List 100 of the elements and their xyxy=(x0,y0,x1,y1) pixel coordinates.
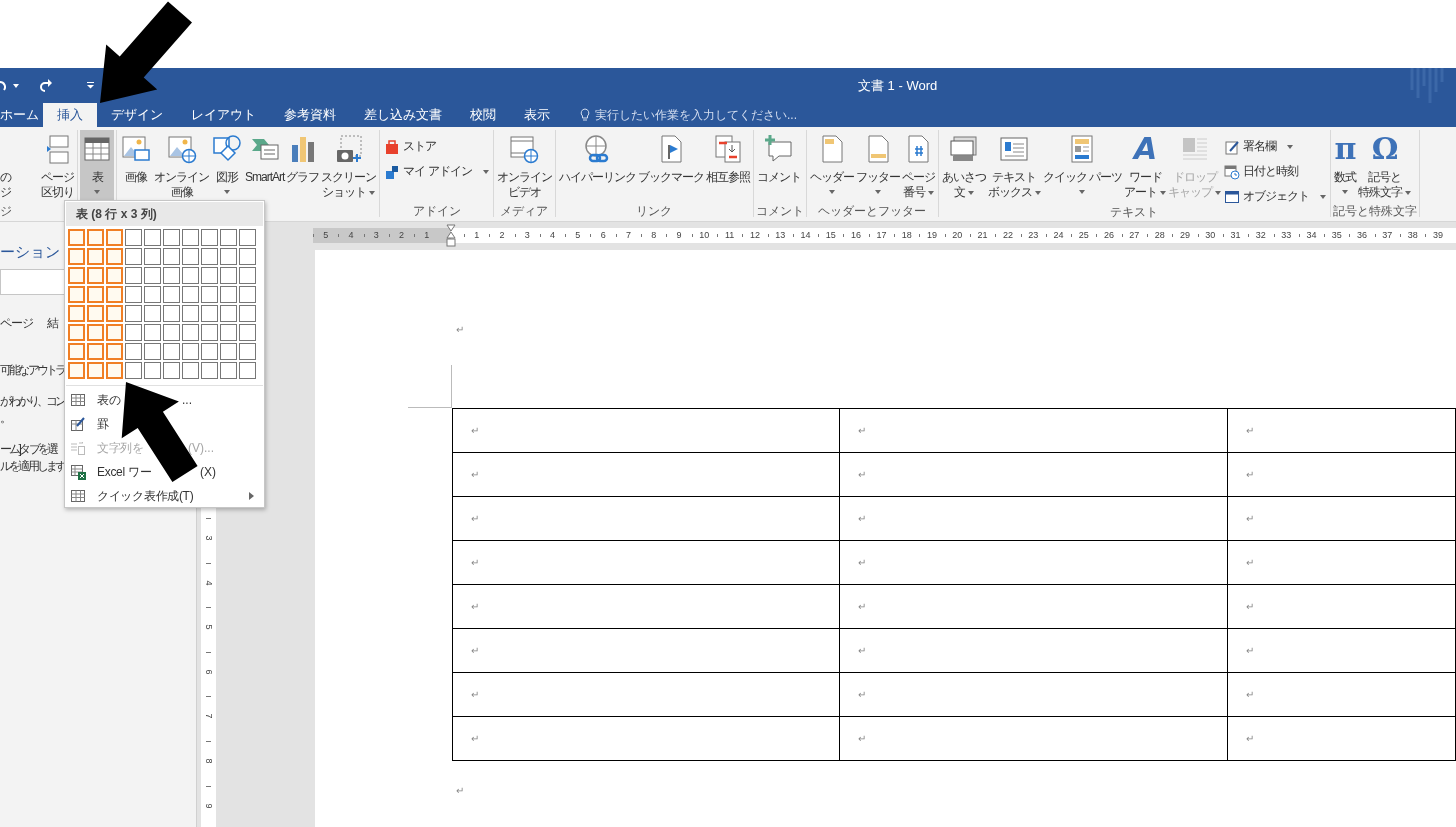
grid-cell[interactable] xyxy=(106,324,123,341)
grid-cell[interactable] xyxy=(182,362,199,379)
grid-cell[interactable] xyxy=(125,286,142,303)
grid-cell[interactable] xyxy=(239,248,256,265)
grid-cell[interactable] xyxy=(220,324,237,341)
ribbon-button[interactable]: 日付と時刻 xyxy=(1222,161,1329,182)
grid-cell[interactable] xyxy=(201,343,218,360)
grid-cell[interactable] xyxy=(87,229,104,246)
grid-cell[interactable] xyxy=(106,248,123,265)
grid-cell[interactable] xyxy=(106,305,123,322)
grid-cell[interactable] xyxy=(239,305,256,322)
grid-cell[interactable] xyxy=(106,362,123,379)
grid-cell[interactable] xyxy=(163,267,180,284)
ribbon-tab[interactable]: 差し込み文書 xyxy=(350,103,456,127)
ribbon-button[interactable]: あいさつ 文 xyxy=(940,130,987,202)
grid-cell[interactable] xyxy=(220,362,237,379)
ribbon-button[interactable]: マイ アドイン xyxy=(382,161,491,182)
grid-cell[interactable] xyxy=(144,362,161,379)
ribbon-button[interactable]: ページ 番号 xyxy=(900,130,936,202)
grid-cell[interactable] xyxy=(144,229,161,246)
grid-cell[interactable] xyxy=(163,324,180,341)
grid-cell[interactable] xyxy=(68,248,85,265)
ribbon-button[interactable]: の ジ xyxy=(0,130,40,202)
grid-cell[interactable] xyxy=(239,362,256,379)
ribbon-button[interactable]: 相互参照 xyxy=(704,130,751,202)
grid-cell[interactable] xyxy=(68,362,85,379)
grid-cell[interactable] xyxy=(106,343,123,360)
pane-tab[interactable]: ページ xyxy=(0,315,33,332)
grid-cell[interactable] xyxy=(201,248,218,265)
caret-icon[interactable] xyxy=(13,83,19,88)
grid-cell[interactable] xyxy=(87,362,104,379)
grid-cell[interactable] xyxy=(87,324,104,341)
grid-cell[interactable] xyxy=(87,286,104,303)
grid-cell[interactable] xyxy=(144,305,161,322)
grid-cell[interactable] xyxy=(68,286,85,303)
grid-cell[interactable] xyxy=(163,229,180,246)
ribbon-tab[interactable]: 表示 xyxy=(510,103,564,127)
ribbon-tab[interactable]: 挿入 xyxy=(43,103,97,127)
grid-cell[interactable] xyxy=(220,286,237,303)
grid-cell[interactable] xyxy=(201,229,218,246)
pane-tab[interactable]: 結 xyxy=(47,315,58,332)
grid-cell[interactable] xyxy=(220,229,237,246)
undo-icon[interactable] xyxy=(0,78,6,93)
grid-cell[interactable] xyxy=(182,324,199,341)
grid-cell[interactable] xyxy=(125,267,142,284)
ribbon-tab[interactable]: 参考資料 xyxy=(270,103,350,127)
grid-cell[interactable] xyxy=(201,305,218,322)
ribbon-button[interactable]: A ワード アート xyxy=(1123,130,1168,202)
grid-cell[interactable] xyxy=(220,267,237,284)
grid-cell[interactable] xyxy=(125,248,142,265)
ribbon-button[interactable]: フッター xyxy=(854,130,901,202)
menu-item[interactable]: クイック表作成(T) xyxy=(65,484,264,508)
ribbon-button[interactable]: 表 xyxy=(80,130,114,202)
grid-cell[interactable] xyxy=(239,343,256,360)
grid-cell[interactable] xyxy=(220,248,237,265)
grid-cell[interactable] xyxy=(68,324,85,341)
grid-cell[interactable] xyxy=(220,305,237,322)
ribbon-button[interactable]: Ω 記号と 特殊文字 xyxy=(1357,130,1413,202)
tell-me-field[interactable]: 実行したい作業を入力してください... xyxy=(580,103,797,127)
grid-cell[interactable] xyxy=(106,229,123,246)
ribbon-button[interactable]: ページ 区切り xyxy=(40,130,75,202)
ribbon-button[interactable]: クイック パーツ xyxy=(1041,130,1124,202)
ribbon-tab[interactable]: デザイン xyxy=(97,103,177,127)
grid-cell[interactable] xyxy=(182,343,199,360)
ribbon-button[interactable]: コメント xyxy=(755,130,802,202)
ribbon-button[interactable]: オンライン ビデオ xyxy=(495,130,553,202)
grid-cell[interactable] xyxy=(163,286,180,303)
ribbon-tab[interactable]: 校閲 xyxy=(456,103,510,127)
ribbon-button[interactable]: オブジェクト xyxy=(1222,186,1329,207)
ribbon-button[interactable]: π 数式 xyxy=(1333,130,1358,202)
grid-cell[interactable] xyxy=(144,267,161,284)
grid-cell[interactable] xyxy=(239,324,256,341)
grid-cell[interactable] xyxy=(87,267,104,284)
ribbon-button[interactable]: ヘッダー xyxy=(808,130,855,202)
grid-cell[interactable] xyxy=(163,343,180,360)
grid-cell[interactable] xyxy=(163,305,180,322)
grid-cell[interactable] xyxy=(125,362,142,379)
grid-cell[interactable] xyxy=(87,343,104,360)
grid-cell[interactable] xyxy=(68,229,85,246)
ribbon-button[interactable]: スクリーン ショット xyxy=(320,130,378,202)
ribbon-button[interactable]: 署名欄 xyxy=(1222,136,1329,157)
customize-icon[interactable] xyxy=(87,82,94,89)
grid-cell[interactable] xyxy=(163,362,180,379)
indent-marker[interactable] xyxy=(446,224,456,248)
ribbon-button[interactable]: SmartArt xyxy=(244,130,286,202)
grid-cell[interactable] xyxy=(125,229,142,246)
grid-cell[interactable] xyxy=(144,286,161,303)
grid-cell[interactable] xyxy=(87,248,104,265)
grid-cell[interactable] xyxy=(125,324,142,341)
grid-cell[interactable] xyxy=(220,343,237,360)
grid-cell[interactable] xyxy=(182,248,199,265)
grid-cell[interactable] xyxy=(182,305,199,322)
grid-cell[interactable] xyxy=(68,343,85,360)
ribbon-button[interactable]: ハイパーリンク xyxy=(557,130,637,202)
grid-cell[interactable] xyxy=(144,343,161,360)
redo-icon[interactable] xyxy=(39,79,53,92)
grid-cell[interactable] xyxy=(182,267,199,284)
ribbon-button[interactable]: 画像 xyxy=(119,130,153,202)
grid-cell[interactable] xyxy=(239,267,256,284)
grid-cell[interactable] xyxy=(201,362,218,379)
